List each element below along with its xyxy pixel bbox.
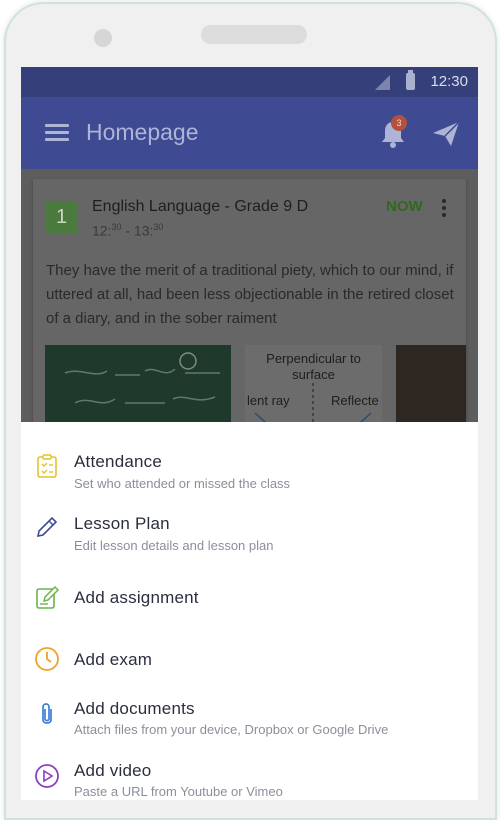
front-camera [94,29,112,47]
chalkboard-image[interactable] [45,345,231,422]
clock-icon [34,646,60,672]
menu-item-add-assignment[interactable]: Add assignment [21,568,478,630]
page-title: Homepage [86,119,199,145]
lesson-number-badge: 1 [45,201,78,234]
photo-image[interactable] [396,345,466,422]
pencil-icon [34,514,60,540]
menu-item-add-exam[interactable]: Add exam [21,630,478,692]
send-icon[interactable] [431,119,461,149]
lesson-card[interactable]: 1 English Language - Grade 9 D 12:30 - 1… [33,179,466,422]
menu-item-add-video[interactable]: Add video Paste a URL from Youtube or Vi… [21,752,478,800]
menu-item-title: Add documents [74,699,195,718]
clipboard-check-icon [34,453,60,479]
menu-item-title: Add exam [74,650,153,669]
course-time: 12:30 - 13:30 [92,222,164,239]
app-bar: Homepage 3 [21,97,478,169]
menu-item-lesson-plan[interactable]: Lesson Plan Edit lesson details and less… [21,506,478,568]
phone-screen: 12:30 Homepage 3 1 English Language - Gr… [21,67,478,800]
menu-item-title: Add assignment [74,588,199,607]
status-bar: 12:30 [21,67,478,97]
menu-item-attendance[interactable]: Attendance Set who attended or missed th… [21,444,478,506]
edit-document-icon [34,584,60,610]
earpiece-speaker [201,25,307,44]
diagram-image[interactable]: Perpendicular to surface lent ray Reflec… [245,345,382,422]
status-time: 12:30 [430,73,468,90]
menu-item-title: Lesson Plan [74,514,170,533]
menu-item-title: Add video [74,761,152,780]
notification-badge: 3 [391,115,407,131]
menu-item-add-documents[interactable]: Add documents Attach files from your dev… [21,690,478,752]
play-circle-icon [34,763,60,789]
now-label: NOW [386,198,423,215]
menu-item-subtitle: Edit lesson details and lesson plan [74,538,274,553]
signal-icon [375,75,390,90]
menu-icon[interactable] [45,124,69,142]
menu-item-subtitle: Attach files from your device, Dropbox o… [74,722,389,737]
content-scrim: 1 English Language - Grade 9 D 12:30 - 1… [21,169,478,422]
lesson-description: They have the merit of a traditional pie… [46,262,454,327]
course-title: English Language - Grade 9 D [92,198,309,215]
bottom-sheet-menu: Attendance Set who attended or missed th… [21,422,478,800]
more-options-icon[interactable] [442,199,448,221]
menu-item-title: Attendance [74,452,163,471]
menu-item-subtitle: Paste a URL from Youtube or Vimeo [74,784,283,799]
menu-item-subtitle: Set who attended or missed the class [74,476,291,491]
battery-icon [406,70,415,90]
paperclip-icon [34,701,60,727]
